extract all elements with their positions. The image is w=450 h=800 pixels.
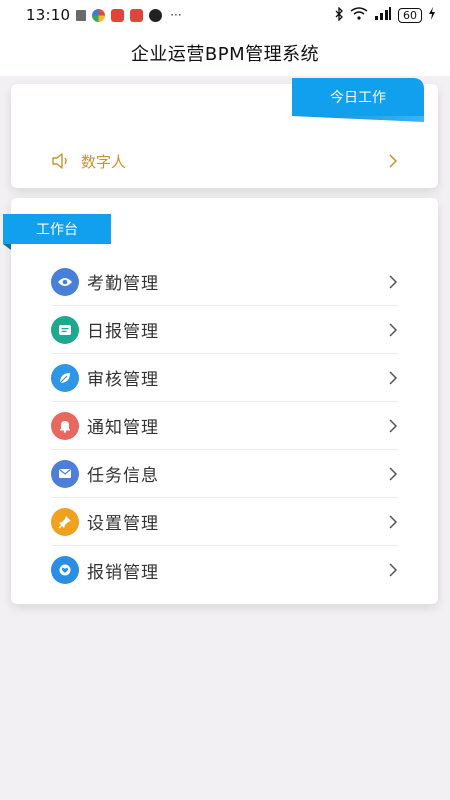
- menu-item-label: 审核管理: [87, 370, 159, 390]
- chevron-right-icon: [388, 466, 398, 482]
- chevron-right-icon: [388, 153, 398, 169]
- title-bar: 企业运营BPM管理系统: [0, 30, 450, 76]
- menu-item-label: 通知管理: [87, 418, 159, 438]
- status-right: 60: [335, 5, 436, 24]
- chevron-right-icon: [388, 562, 398, 578]
- menu-item-attendance[interactable]: 考勤管理: [51, 258, 398, 306]
- digital-human-item[interactable]: 数字人: [51, 148, 398, 174]
- today-work-ribbon: 今日工作: [292, 78, 424, 116]
- bluetooth-icon: [335, 5, 344, 24]
- menu-list: 考勤管理 日报管理 审核管理 通知管理 任务信息 设置管理 报销管理: [51, 258, 398, 594]
- chevron-right-icon: [388, 514, 398, 530]
- workbench-ribbon: 工作台: [3, 214, 111, 244]
- menu-item-label: 考勤管理: [87, 274, 159, 294]
- more-notifications: ···: [170, 8, 182, 22]
- charging-icon: [428, 7, 436, 23]
- page-title: 企业运营BPM管理系统: [130, 44, 320, 65]
- ribbon-tail: [3, 244, 11, 250]
- today-work-card: 今日工作 数字人: [11, 78, 438, 188]
- chevron-right-icon: [388, 370, 398, 386]
- status-bar: 13:10 ··· 60: [0, 0, 450, 30]
- bell-icon: [51, 411, 79, 440]
- heart-icon: [51, 556, 79, 584]
- menu-item-label: 日报管理: [87, 322, 159, 342]
- menu-item-tasks[interactable]: 任务信息: [51, 450, 398, 498]
- status-time: 13:10: [26, 6, 71, 24]
- app-screen: 13:10 ··· 60 企业运营BPM管理系统 今日工作 数字人 工作台 考勤…: [0, 0, 450, 800]
- chevron-right-icon: [388, 322, 398, 338]
- menu-item-daily-report[interactable]: 日报管理: [51, 306, 398, 354]
- signal-icon: [374, 7, 392, 23]
- menu-item-label: 任务信息: [87, 466, 159, 486]
- menu-item-label: 设置管理: [87, 514, 159, 534]
- workbench-card: 工作台 考勤管理 日报管理 审核管理 通知管理 任务信息 设置管理 报销管理: [3, 198, 438, 604]
- menu-item-notification[interactable]: 通知管理: [51, 402, 398, 450]
- pin-icon: [51, 507, 79, 536]
- menu-item-label: 报销管理: [87, 562, 159, 583]
- avatar-notification-icon: [149, 8, 163, 22]
- eye-icon: [51, 267, 79, 296]
- wifi-icon: [350, 7, 368, 23]
- menu-item-review[interactable]: 审核管理: [51, 354, 398, 402]
- app-notification-icon: [130, 8, 144, 22]
- status-left: 13:10 ···: [26, 6, 182, 24]
- battery-icon: 60: [398, 7, 422, 23]
- ribbon-tail: [292, 116, 424, 122]
- chevron-right-icon: [388, 418, 398, 434]
- digital-human-label: 数字人: [81, 152, 127, 171]
- notification-icon: [76, 9, 87, 21]
- menu-item-reimbursement[interactable]: 报销管理: [51, 546, 398, 594]
- chat-icon: [51, 315, 79, 344]
- speaker-icon: [51, 152, 71, 170]
- chevron-right-icon: [388, 274, 398, 290]
- app-notification-icon: [111, 8, 125, 22]
- menu-item-settings[interactable]: 设置管理: [51, 498, 398, 546]
- app-notification-icon: [92, 8, 106, 22]
- leaf-icon: [51, 363, 79, 392]
- mail-icon: [51, 459, 79, 488]
